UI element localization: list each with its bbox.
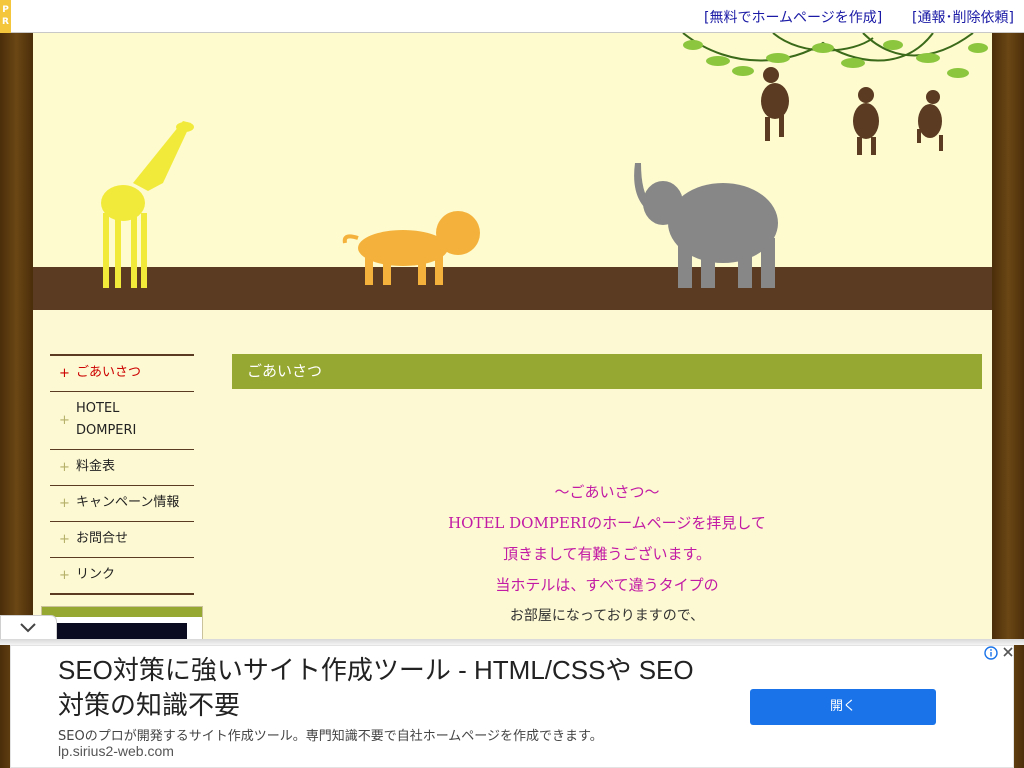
sidebar-item-greeting[interactable]: + ごあいさつ xyxy=(50,356,194,392)
top-pr-bar: PR [無料でホームページを作成] [通報･削除依頼] xyxy=(0,0,1024,33)
ad-collapse-tab[interactable] xyxy=(0,615,57,642)
animal-illustration xyxy=(101,33,988,288)
plus-icon: + xyxy=(59,495,70,511)
ad-description: SEOのプロが開発するサイト作成ツール。専門知識不要で自社ホームページを作成でき… xyxy=(58,729,603,744)
greeting-line: 当ホテルは、すべて違うタイプの xyxy=(495,576,719,594)
plus-icon: + xyxy=(59,412,70,428)
sidebar-item-label: キャンペーン情報 xyxy=(76,495,180,510)
sidebar-item-label: HOTEL DOMPERI xyxy=(76,401,137,438)
header-banner xyxy=(33,33,992,310)
sidebar-item-label: お問合せ xyxy=(76,531,129,546)
page-title: ごあいさつ xyxy=(232,354,982,389)
elephant-illustration xyxy=(634,163,778,288)
report-delete-link[interactable]: [通報･削除依頼] xyxy=(912,7,1014,27)
sidebar-item-label: 料金表 xyxy=(76,459,116,474)
plus-icon: + xyxy=(59,459,70,475)
greeting-line: お部屋になっておりますので、 xyxy=(509,608,705,624)
ad-open-button[interactable]: 開く xyxy=(750,689,936,725)
plus-icon: + xyxy=(59,365,70,381)
greeting-line: 頂きまして有難うございます。 xyxy=(502,545,712,563)
ad-url[interactable]: lp.sirius2-web.com xyxy=(58,743,174,759)
sidebar-item-campaign[interactable]: + キャンペーン情報 xyxy=(50,486,194,522)
giraffe-illustration xyxy=(101,121,194,288)
sidebar-item-links[interactable]: + リンク xyxy=(50,558,194,593)
sidebar-item-label: リンク xyxy=(76,567,116,582)
chevron-down-icon[interactable] xyxy=(18,621,38,639)
sidebar-nav: + ごあいさつ + HOTEL DOMPERI + 料金表 + キャンペーン情報… xyxy=(50,354,194,595)
sidebar-item-contact[interactable]: + お問合せ xyxy=(50,522,194,558)
ad-banner[interactable]: SEO対策に強いサイト作成ツール - HTML/CSSや SEO対策の知識不要 … xyxy=(10,645,1014,768)
sidebar-item-hotel[interactable]: + HOTEL DOMPERI xyxy=(50,392,194,450)
pr-tag: PR xyxy=(0,0,11,33)
monkeys-illustration xyxy=(761,67,943,155)
greeting-text: ～ごあいさつ～ HOTEL DOMPERIのホームページを拝見して 頂きまして有… xyxy=(232,477,982,632)
greeting-line: ～ごあいさつ～ xyxy=(554,483,660,501)
sidebar-item-price-list[interactable]: + 料金表 xyxy=(50,450,194,486)
sidebar-widget-header xyxy=(42,607,202,617)
sidebar-item-label: ごあいさつ xyxy=(76,365,142,380)
leaves-illustration xyxy=(683,40,988,78)
lion-illustration xyxy=(342,211,480,285)
info-icon[interactable] xyxy=(984,646,998,664)
greeting-line: HOTEL DOMPERIのホームページを拝見して xyxy=(448,514,766,532)
close-icon[interactable] xyxy=(1001,645,1015,663)
plus-icon: + xyxy=(59,567,70,583)
free-homepage-link[interactable]: [無料でホームページを作成] xyxy=(704,7,882,27)
ad-title[interactable]: SEO対策に強いサイト作成ツール - HTML/CSSや SEO対策の知識不要 xyxy=(58,653,698,723)
plus-icon: + xyxy=(59,531,70,547)
